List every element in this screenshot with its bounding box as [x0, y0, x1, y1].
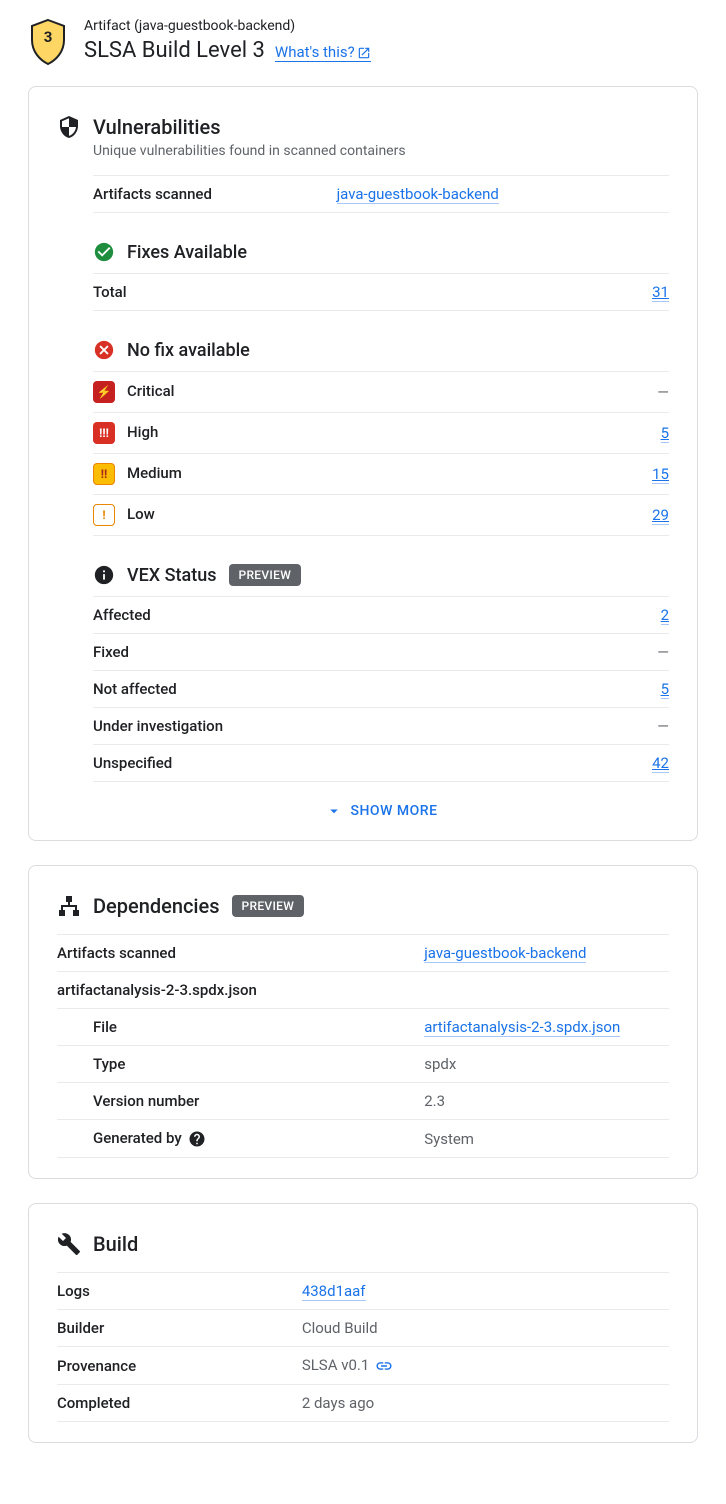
deps-row-link[interactable]: artifactanalysis-2-3.spdx.json — [424, 1018, 620, 1037]
check-circle-icon — [93, 241, 115, 263]
vex-row-label: Fixed — [93, 634, 603, 671]
chevron-down-icon — [325, 802, 343, 820]
vex-row-label: Affected — [93, 597, 603, 634]
vex-row-label: Under investigation — [93, 708, 603, 745]
deps-file-header: artifactanalysis-2-3.spdx.json — [57, 972, 669, 1009]
build-title: Build — [93, 1232, 138, 1256]
build-row-value: SLSA v0.1 — [302, 1356, 369, 1374]
build-row-label: Completed — [57, 1385, 302, 1422]
build-row-label: Provenance — [57, 1347, 302, 1385]
help-icon[interactable] — [188, 1130, 206, 1148]
build-row-label: Builder — [57, 1310, 302, 1347]
no-fix-title: No fix available — [127, 340, 250, 361]
deps-row-label: Type — [57, 1046, 424, 1083]
artifact-label: Artifact (java-guestbook-backend) — [84, 18, 698, 34]
vex-title: VEX Status — [127, 565, 217, 586]
severity-count-link[interactable]: 5 — [661, 424, 669, 443]
slsa-title: SLSA Build Level 3 — [84, 38, 265, 63]
preview-badge: PREVIEW — [232, 895, 305, 917]
severity-count-link[interactable]: 29 — [652, 506, 669, 525]
severity-label: Low — [127, 505, 155, 523]
severity-low-icon: ! — [93, 504, 115, 526]
deps-artifacts-scanned-link[interactable]: java-guestbook-backend — [424, 944, 586, 963]
show-more-button[interactable]: SHOW MORE — [93, 802, 669, 820]
deps-row-label: Version number — [57, 1083, 424, 1120]
deps-row-value: 2.3 — [424, 1092, 445, 1110]
vex-row-label: Unspecified — [93, 745, 603, 782]
dependencies-title: Dependencies — [93, 894, 220, 918]
severity-high-icon: !!! — [93, 422, 115, 444]
severity-count-link[interactable]: 15 — [652, 465, 669, 484]
deps-row-label: File — [57, 1009, 424, 1046]
vulnerabilities-card: Vulnerabilities Unique vulnerabilities f… — [28, 86, 698, 841]
deps-artifacts-scanned-label: Artifacts scanned — [57, 935, 424, 972]
dependencies-icon — [57, 894, 81, 918]
vulnerabilities-title: Vulnerabilities — [93, 115, 221, 139]
vex-count: — — [657, 643, 669, 661]
artifacts-scanned-label: Artifacts scanned — [93, 176, 337, 213]
vex-count-link[interactable]: 42 — [652, 754, 669, 773]
shield-icon — [57, 115, 81, 139]
whats-this-link[interactable]: What's this? — [275, 43, 371, 62]
severity-label: Critical — [127, 382, 174, 400]
build-row-value: Cloud Build — [302, 1319, 378, 1337]
build-row-value: 2 days ago — [302, 1394, 374, 1412]
vex-count-link[interactable]: 5 — [661, 680, 669, 699]
deps-row-value: spdx — [424, 1055, 456, 1073]
info-icon — [93, 564, 115, 586]
fixes-available-title: Fixes Available — [127, 242, 247, 263]
link-icon[interactable] — [375, 1357, 393, 1375]
fixes-total-link[interactable]: 31 — [652, 283, 669, 302]
dependencies-card: Dependencies PREVIEW Artifacts scanned j… — [28, 865, 698, 1179]
slsa-shield-icon: 3 — [28, 18, 68, 66]
build-row-link[interactable]: 438d1aaf — [302, 1282, 366, 1301]
deps-row-value: System — [424, 1130, 474, 1148]
severity-count: — — [657, 383, 669, 401]
build-row-label: Logs — [57, 1273, 302, 1310]
vex-count: — — [657, 717, 669, 735]
external-link-icon — [357, 46, 371, 60]
deps-row-label: Generated by — [57, 1120, 424, 1158]
preview-badge: PREVIEW — [229, 564, 302, 586]
vex-count-link[interactable]: 2 — [661, 606, 669, 625]
fixes-total-label: Total — [93, 274, 476, 311]
build-card: Build Logs438d1aafBuilderCloud BuildProv… — [28, 1203, 698, 1443]
wrench-icon — [57, 1232, 81, 1256]
severity-label: High — [127, 423, 158, 441]
svg-text:3: 3 — [44, 28, 53, 46]
artifacts-scanned-link[interactable]: java-guestbook-backend — [337, 185, 499, 204]
vex-row-label: Not affected — [93, 671, 603, 708]
severity-medium-icon: !! — [93, 463, 115, 485]
severity-critical-icon: ⚡ — [93, 381, 115, 403]
page-header: 3 Artifact (java-guestbook-backend) SLSA… — [0, 10, 726, 86]
vulnerabilities-subtitle: Unique vulnerabilities found in scanned … — [93, 143, 669, 159]
severity-label: Medium — [127, 464, 182, 482]
x-circle-icon — [93, 339, 115, 361]
